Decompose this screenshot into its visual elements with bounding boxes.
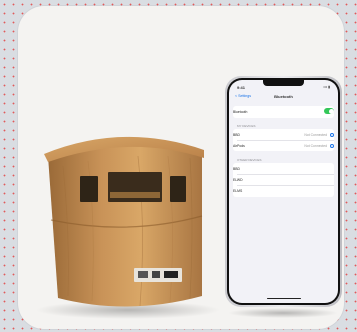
info-icon[interactable] [330, 143, 334, 148]
phone-shadow [228, 308, 338, 318]
status-time: 9:41 [237, 85, 246, 90]
row-divider [237, 140, 334, 141]
device-name: AirPods [233, 144, 245, 148]
device-status: Not Connected [304, 133, 327, 137]
bluetooth-toggle[interactable] [324, 108, 334, 114]
other-device-row[interactable]: ELMS [233, 188, 334, 194]
speaker-right-opening [170, 176, 186, 202]
phone-screen: 9:41 ••• ▮ < Settings Bluetooth Bluetoot… [229, 80, 338, 303]
wooden-speaker [44, 136, 204, 307]
other-device-name: BBD [233, 167, 240, 171]
home-indicator [267, 297, 301, 299]
other-device-row[interactable]: BBD [233, 166, 334, 172]
bluetooth-row[interactable]: Bluetooth [233, 108, 334, 115]
device-name: BBD [233, 133, 240, 137]
other-device-name: ELMS [233, 189, 243, 193]
other-device-name: ELWD [233, 178, 243, 182]
screen-title: Bluetooth [274, 94, 293, 99]
other-devices-header: OTHER DEVICES [237, 158, 262, 162]
bluetooth-label: Bluetooth [233, 110, 248, 114]
speaker-left-opening [80, 176, 98, 202]
row-divider [237, 185, 334, 186]
row-divider [237, 174, 334, 175]
other-device-row[interactable]: ELWD [233, 177, 334, 183]
device-row[interactable]: AirPods Not Connected [233, 143, 334, 149]
my-devices-header: MY DEVICES [237, 124, 256, 128]
status-indicators: ••• ▮ [323, 85, 330, 89]
status-bar: 9:41 ••• ▮ [237, 85, 330, 90]
device-status: Not Connected [304, 144, 327, 148]
photo-frame: 9:41 ••• ▮ < Settings Bluetooth Bluetoot… [18, 6, 344, 329]
device-row[interactable]: BBD Not Connected [233, 132, 334, 138]
info-icon[interactable] [330, 132, 334, 137]
